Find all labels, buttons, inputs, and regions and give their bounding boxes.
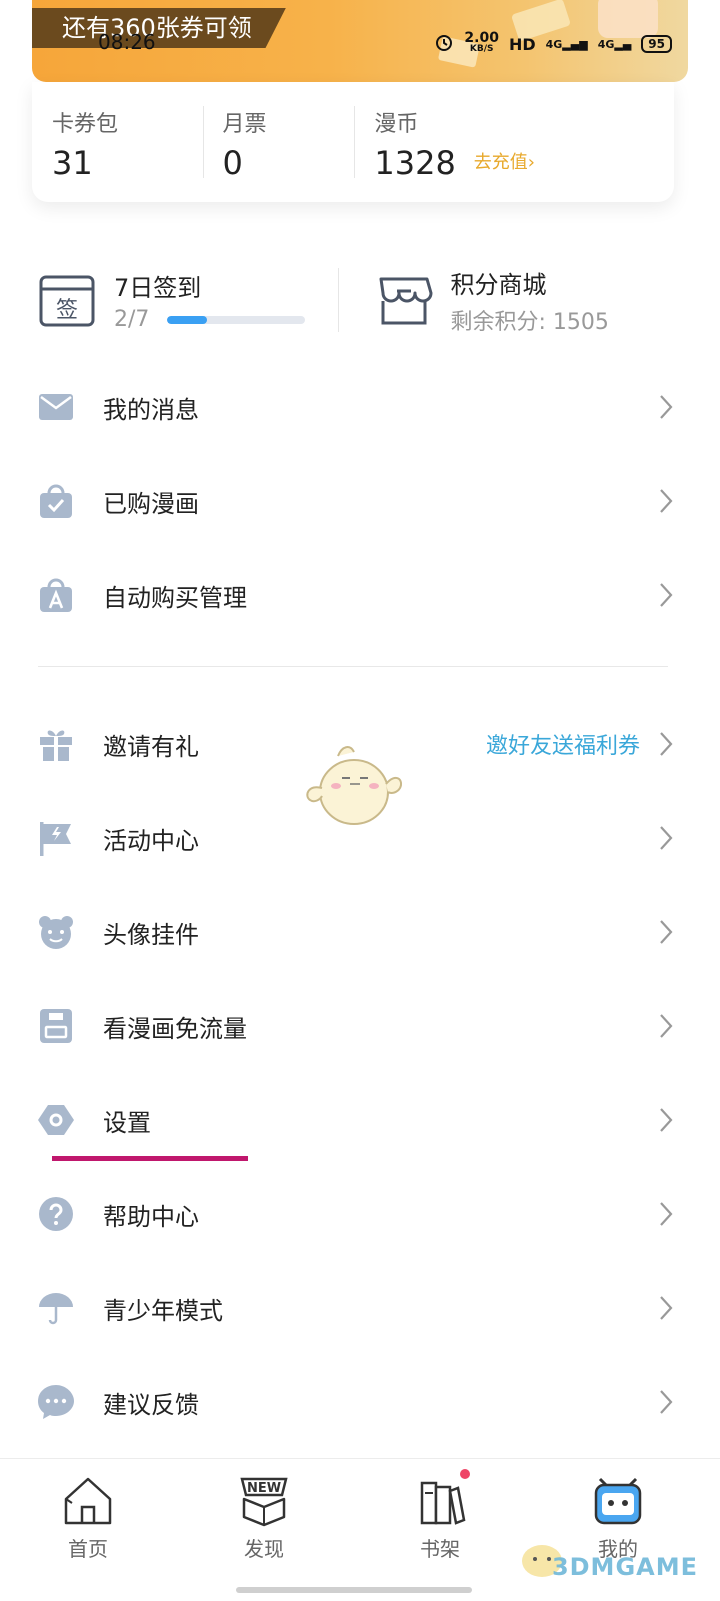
- purchased-bag-icon: [40, 484, 72, 518]
- menu-item-label: 建议反馈: [103, 1390, 199, 1419]
- wallet-card: 卡券包 31 月票 0 漫币 1328 去充值›: [32, 82, 674, 202]
- checkin-entry[interactable]: 签 7日签到 2/7: [38, 268, 338, 332]
- gift-icon: [40, 730, 72, 761]
- points-mall-title: 积分商城: [450, 270, 547, 299]
- coins-value: 1328: [374, 144, 456, 182]
- menu-item-label: 我的消息: [103, 395, 199, 424]
- home-indicator[interactable]: [236, 1587, 472, 1593]
- chevron-right-icon: [660, 1202, 673, 1226]
- notification-dot: [460, 1469, 470, 1479]
- menu-item-label: 自动购买管理: [103, 583, 247, 612]
- chevron-right-icon: [660, 583, 673, 607]
- help-icon: [39, 1197, 73, 1231]
- wallet-coins[interactable]: 漫币 1328 去充值›: [354, 82, 674, 202]
- tab-home[interactable]: 首页: [38, 1473, 138, 1562]
- chevron-right-icon: [660, 1390, 673, 1414]
- checkin-title: 7日签到: [114, 274, 202, 302]
- menu-item-auto-buy[interactable]: 自动购买管理: [0, 548, 720, 642]
- menu-item-label: 设置: [103, 1108, 151, 1137]
- signal-4g-icon: 4G▂▄: [597, 37, 632, 51]
- settings-icon: [38, 1105, 74, 1135]
- watermark-text: 3DMGAME: [551, 1553, 698, 1581]
- menu-item-free-data[interactable]: 看漫画免流量: [0, 979, 720, 1073]
- wallet-monthly-ticket[interactable]: 月票 0: [202, 82, 355, 202]
- alarm-icon: [434, 32, 454, 56]
- tab-discover[interactable]: NEW 发现: [214, 1473, 314, 1562]
- umbrella-icon: [39, 1293, 73, 1325]
- svg-text:签: 签: [56, 298, 78, 323]
- tab-mine[interactable]: 我的: [568, 1473, 668, 1562]
- robot-icon: [594, 1477, 642, 1525]
- points-mall-entry[interactable]: 积分商城 剩余积分: 1505: [337, 268, 675, 335]
- invite-promo-text: 邀好友送福利券: [485, 734, 640, 759]
- calendar-sign-icon: 签: [39, 275, 95, 327]
- menu-item-label: 青少年模式: [103, 1296, 223, 1325]
- wallet-value: 31: [52, 144, 93, 182]
- menu-item-teen-mode[interactable]: 青少年模式: [0, 1261, 720, 1355]
- menu-item-label: 邀请有礼: [103, 732, 199, 761]
- tab-label: 书架: [420, 1537, 460, 1561]
- wallet-label: 漫币: [374, 112, 419, 137]
- recharge-link[interactable]: 去充值›: [474, 152, 535, 173]
- menu-item-label: 已购漫画: [103, 489, 199, 518]
- coupon-tag[interactable]: 还有360张券可领: [32, 8, 286, 48]
- menu-list: 我的消息 已购漫画 自动购买管理 邀请有礼 邀好友送福利券 活动中心 头像挂件 …: [0, 360, 720, 1449]
- mascot-float-icon[interactable]: [302, 740, 406, 830]
- menu-item-avatar-pendant[interactable]: 头像挂件: [0, 885, 720, 979]
- bottom-tab-bar: 首页 NEW 发现 书架 我的 3DMGAME: [0, 1458, 720, 1601]
- wallet-coupons[interactable]: 卡券包 31: [32, 82, 203, 202]
- network-speed: 2.00 KB/S: [464, 30, 499, 54]
- status-time: 08:26: [98, 30, 156, 54]
- checkin-progress: 2/7: [114, 307, 306, 332]
- wallet-label: 月票: [222, 112, 267, 137]
- menu-item-label: 看漫画免流量: [103, 1014, 247, 1043]
- new-box-icon: NEW: [240, 1477, 288, 1527]
- tab-bookshelf[interactable]: 书架: [390, 1469, 490, 1562]
- store-icon: [379, 277, 432, 325]
- status-icons: 2.00 KB/S HD 4G▂▄▆ 4G▂▄ 95: [434, 30, 672, 56]
- chevron-right-icon: [660, 1296, 673, 1320]
- highlight-underline: [52, 1156, 248, 1161]
- sim-card-icon: [40, 1009, 72, 1043]
- progress-fill: [167, 315, 207, 324]
- chevron-right-icon: [660, 920, 673, 944]
- menu-item-label: 帮助中心: [103, 1202, 199, 1231]
- signal-4g-icon: 4G▂▄▆: [545, 37, 588, 51]
- chevron-right-icon: [660, 395, 673, 419]
- tab-label: 发现: [244, 1537, 284, 1561]
- menu-item-feedback[interactable]: 建议反馈: [0, 1355, 720, 1449]
- section-divider: [38, 666, 668, 667]
- points-remaining: 剩余积分: 1505: [450, 309, 609, 335]
- tab-label: 首页: [68, 1537, 108, 1561]
- chevron-right-icon: [660, 1014, 673, 1038]
- quick-actions: 签 7日签到 2/7 积分商城 剩余积分: 1505: [38, 268, 675, 335]
- mail-icon: [39, 394, 73, 420]
- battery-icon: 95: [641, 35, 672, 53]
- menu-item-label: 头像挂件: [103, 920, 199, 949]
- menu-item-purchased[interactable]: 已购漫画: [0, 454, 720, 548]
- wallet-value: 0: [222, 144, 243, 182]
- bear-icon: [39, 916, 73, 949]
- chevron-right-icon: [660, 1108, 673, 1132]
- menu-item-help[interactable]: 帮助中心: [0, 1167, 720, 1261]
- chevron-right-icon: ›: [527, 152, 535, 173]
- hd-indicator: HD: [508, 34, 536, 54]
- flag-icon: [40, 822, 71, 856]
- checkin-progress-text: 2/7: [114, 307, 150, 332]
- wallet-value: 1328 去充值›: [374, 144, 654, 182]
- menu-item-settings[interactable]: 设置: [0, 1073, 720, 1167]
- menu-item-messages[interactable]: 我的消息: [0, 360, 720, 454]
- bookshelf-icon: [420, 1481, 466, 1525]
- checkin-progress-bar: [167, 315, 306, 324]
- chevron-right-icon: [660, 489, 673, 513]
- wallet-label: 卡券包: [52, 112, 119, 137]
- svg-text:NEW: NEW: [247, 1481, 281, 1496]
- chevron-right-icon: [660, 732, 673, 756]
- chevron-right-icon: [660, 826, 673, 850]
- home-icon: [64, 1477, 112, 1525]
- auto-buy-icon: [40, 578, 72, 612]
- chat-icon: [38, 1385, 74, 1419]
